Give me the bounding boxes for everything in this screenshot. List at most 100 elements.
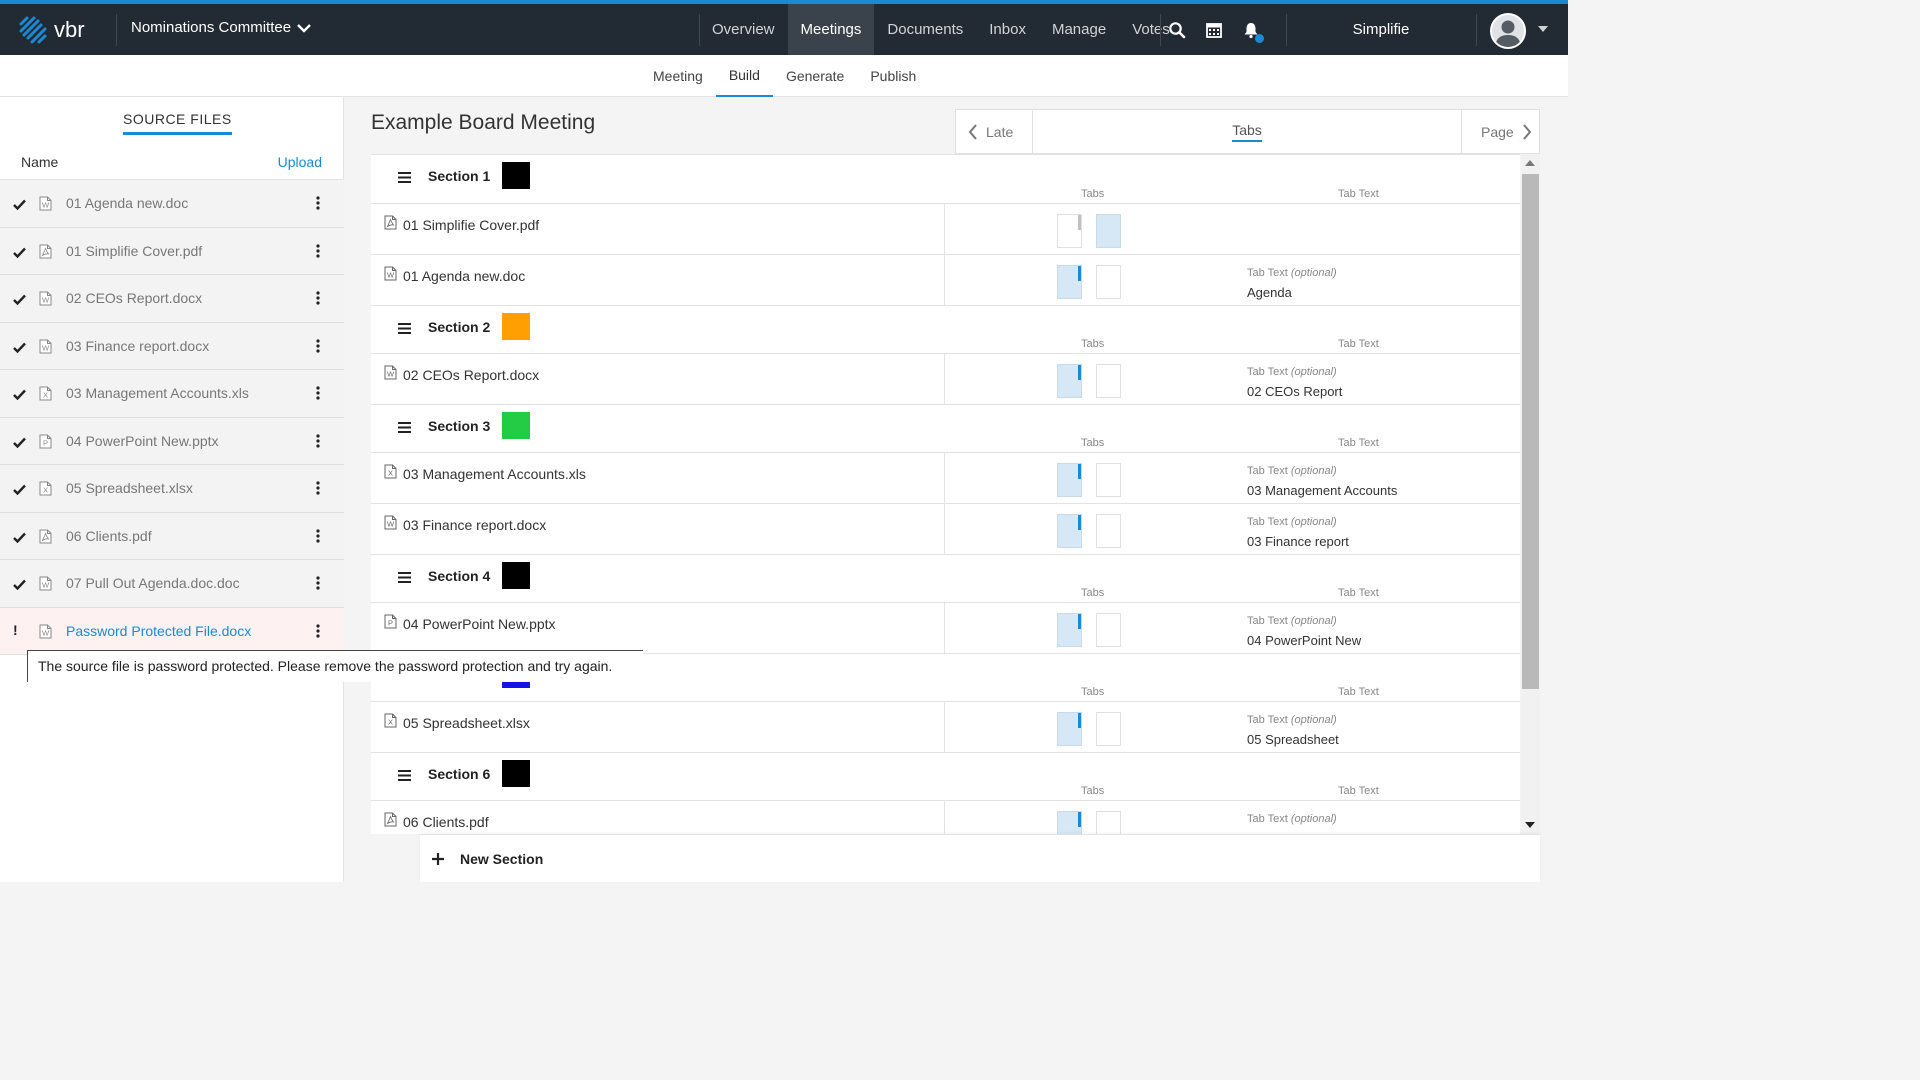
kebab-menu-icon[interactable] (316, 528, 320, 546)
tab-position-left[interactable] (1057, 712, 1082, 746)
tab-position-left[interactable] (1057, 265, 1082, 299)
tab-position-right[interactable] (1096, 214, 1121, 248)
tab-position-left[interactable] (1057, 214, 1082, 248)
source-file-row[interactable]: P 04 PowerPoint New.pptx (0, 417, 344, 465)
tab-position-left[interactable] (1057, 463, 1082, 497)
source-file-name[interactable]: 05 Spreadsheet.xlsx (66, 480, 193, 496)
new-section-button[interactable]: New Section (420, 834, 1540, 882)
notifications-button[interactable] (1242, 21, 1264, 43)
tab-position-right[interactable] (1096, 712, 1121, 746)
source-file-name[interactable]: 03 Management Accounts.xls (66, 385, 249, 401)
tab-text-input[interactable]: 03 Management Accounts (1247, 483, 1397, 498)
tab-position-right[interactable] (1096, 613, 1121, 647)
tab-text-input[interactable]: 03 Finance report (1247, 534, 1349, 549)
section-color-swatch[interactable] (502, 562, 530, 589)
section-color-swatch[interactable] (502, 313, 530, 340)
name-column-header[interactable]: Name (21, 154, 58, 170)
committee-selector[interactable]: Nominations Committee (131, 19, 311, 36)
document-row[interactable]: W 01 Agenda new.doc Tab Text (optional) Age… (371, 255, 1520, 306)
page-button[interactable]: Page (1461, 110, 1539, 153)
source-file-name[interactable]: 02 CEOs Report.docx (66, 290, 202, 306)
kebab-menu-icon[interactable] (316, 386, 320, 403)
kebab-menu-icon[interactable] (316, 481, 320, 498)
source-file-row[interactable]: X 03 Management Accounts.xls (0, 370, 344, 418)
subnav-meeting[interactable]: Meeting (640, 55, 716, 97)
drag-handle-icon[interactable] (398, 570, 411, 586)
document-row[interactable]: X 03 Management Accounts.xls Tab Text (opt… (371, 453, 1520, 504)
document-row[interactable]: 01 Simplifie Cover.pdf (371, 204, 1520, 255)
tab-position-left[interactable] (1057, 364, 1082, 398)
search-icon[interactable] (1168, 21, 1186, 39)
subnav-build[interactable]: Build (715, 55, 773, 97)
tab-text-input[interactable]: Agenda (1247, 285, 1292, 300)
source-file-name[interactable]: 01 Simplifie Cover.pdf (66, 243, 202, 259)
kebab-menu-icon[interactable] (316, 243, 320, 261)
kebab-menu-icon[interactable] (316, 196, 320, 213)
drag-handle-icon[interactable] (398, 170, 411, 186)
source-file-name[interactable]: 07 Pull Out Agenda.doc.doc (66, 575, 240, 591)
section-color-swatch[interactable] (502, 412, 530, 439)
source-file-name[interactable]: 04 PowerPoint New.pptx (66, 433, 219, 449)
nav-documents[interactable]: Documents (874, 4, 976, 55)
tab-text-input[interactable]: 05 Spreadsheet (1247, 732, 1339, 747)
kebab-menu-icon[interactable] (316, 623, 320, 641)
scrollbar-thumb[interactable] (1522, 174, 1539, 689)
drag-handle-icon[interactable] (398, 768, 411, 784)
nav-overview[interactable]: Overview (699, 4, 788, 55)
nav-inbox[interactable]: Inbox (976, 4, 1039, 55)
tab-position-right[interactable] (1096, 463, 1121, 497)
section-color-swatch[interactable] (502, 162, 530, 189)
drag-handle-icon[interactable] (398, 420, 411, 436)
source-file-name[interactable]: 06 Clients.pdf (66, 528, 152, 544)
source-file-row[interactable]: 06 Clients.pdf (0, 512, 344, 560)
user-name[interactable]: Simplifie (1286, 4, 1476, 55)
source-file-name[interactable]: 03 Finance report.docx (66, 338, 209, 354)
document-row[interactable]: W 03 Finance report.docx Tab Text (optiona… (371, 504, 1520, 555)
kebab-menu-icon[interactable] (316, 576, 320, 593)
scrollbar[interactable] (1521, 154, 1540, 834)
source-file-row[interactable]: W 03 Finance report.docx (0, 322, 344, 370)
tab-tabs[interactable]: Tabs (1033, 110, 1461, 153)
document-row[interactable]: W 02 CEOs Report.docx Tab Text (optional) 0… (371, 354, 1520, 405)
upload-link[interactable]: Upload (278, 154, 322, 170)
kebab-menu-icon[interactable] (316, 291, 320, 308)
scroll-up-icon[interactable] (1525, 160, 1535, 166)
nav-manage[interactable]: Manage (1039, 4, 1119, 55)
tab-position-right[interactable] (1096, 265, 1121, 299)
source-file-name[interactable]: Password Protected File.docx (66, 623, 251, 639)
source-file-name[interactable]: 01 Agenda new.doc (66, 195, 188, 211)
tab-text-input[interactable]: 02 CEOs Report (1247, 384, 1342, 399)
section-title[interactable]: Section 6 (428, 766, 490, 782)
source-file-row[interactable]: W 07 Pull Out Agenda.doc.doc (0, 560, 344, 608)
section-color-swatch[interactable] (502, 760, 530, 787)
tab-position-left[interactable] (1057, 811, 1082, 834)
source-file-row[interactable]: W 01 Agenda new.doc (0, 180, 344, 228)
late-button[interactable]: Late (956, 110, 1033, 153)
source-file-row[interactable]: X 05 Spreadsheet.xlsx (0, 465, 344, 513)
vbr-logo[interactable]: vbr (18, 14, 85, 46)
source-file-row[interactable]: W 02 CEOs Report.docx (0, 275, 344, 323)
tab-text-input[interactable]: 04 PowerPoint New (1247, 633, 1361, 648)
tab-position-right[interactable] (1096, 514, 1121, 548)
tab-position-right[interactable] (1096, 811, 1121, 834)
avatar[interactable] (1490, 13, 1526, 49)
tab-position-left[interactable] (1057, 514, 1082, 548)
drag-handle-icon[interactable] (398, 321, 411, 337)
caret-down-icon[interactable] (1538, 26, 1548, 32)
nav-meetings[interactable]: Meetings (787, 4, 875, 55)
section-title[interactable]: Section 3 (428, 418, 490, 434)
source-file-row[interactable]: 01 Simplifie Cover.pdf (0, 227, 344, 275)
document-row[interactable]: X 05 Spreadsheet.xlsx Tab Text (optional) 0… (371, 702, 1520, 753)
tab-position-left[interactable] (1057, 613, 1082, 647)
kebab-menu-icon[interactable] (316, 433, 320, 451)
section-title[interactable]: Section 4 (428, 568, 490, 584)
subnav-generate[interactable]: Generate (773, 55, 857, 97)
tab-position-right[interactable] (1096, 364, 1121, 398)
section-title[interactable]: Section 2 (428, 319, 490, 335)
kebab-menu-icon[interactable] (316, 338, 320, 356)
document-row[interactable]: P 04 PowerPoint New.pptx Tab Text (optiona… (371, 603, 1520, 654)
calendar-icon[interactable] (1205, 21, 1223, 39)
section-title[interactable]: Section 1 (428, 168, 490, 184)
scroll-down-icon[interactable] (1525, 822, 1535, 828)
subnav-publish[interactable]: Publish (857, 55, 929, 97)
